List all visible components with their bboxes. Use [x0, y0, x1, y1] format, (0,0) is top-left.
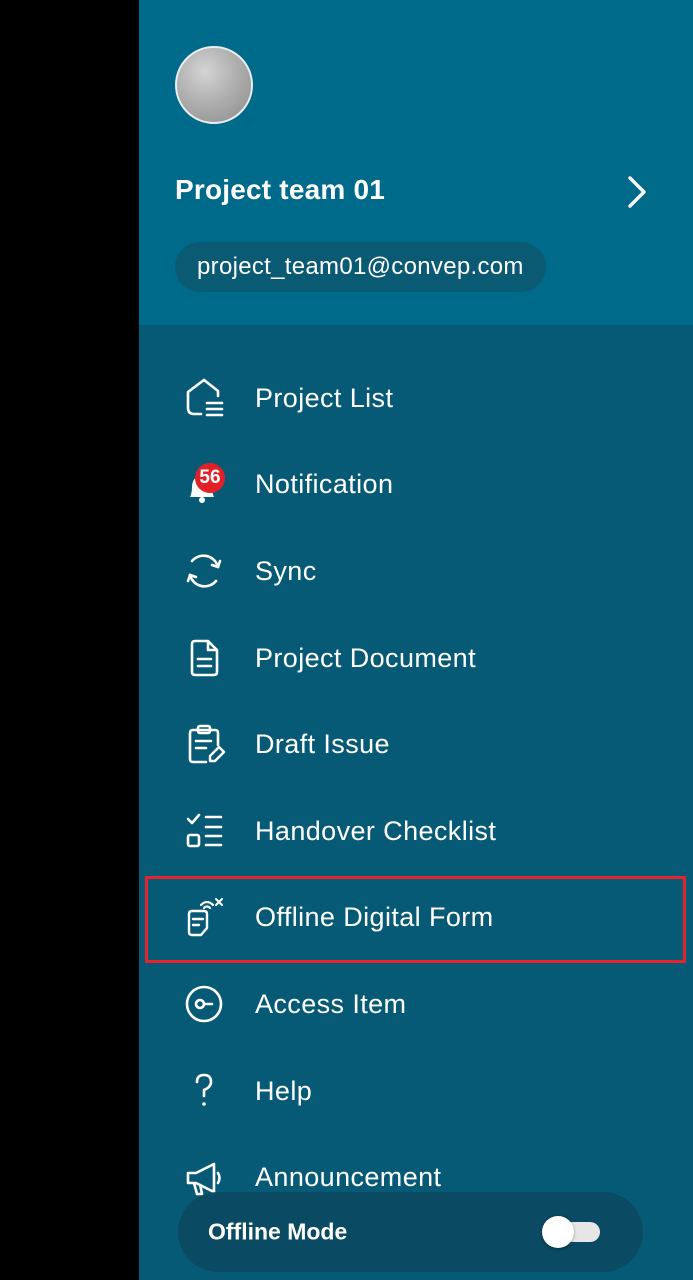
notification-icon: 56 — [181, 462, 227, 508]
access-item-icon — [181, 981, 227, 1027]
profile-name: Project team 01 — [175, 174, 385, 205]
menu-list: Project List 56 Notification Sync Projec… — [139, 355, 693, 1221]
menu-item-label: Project List — [255, 382, 394, 413]
offline-mode-bar: Offline Mode — [178, 1192, 643, 1272]
profile-header[interactable]: Project team 01 project_team01@convep.co… — [139, 0, 693, 325]
menu-item-label: Project Document — [255, 642, 476, 673]
chevron-right-icon[interactable] — [617, 170, 657, 214]
menu-item-label: Announcement — [255, 1162, 442, 1193]
menu-item-label: Access Item — [255, 988, 407, 1019]
toggle-thumb — [542, 1216, 574, 1248]
menu-item-offline-digital-form[interactable]: Offline Digital Form — [139, 875, 693, 962]
menu-item-draft-issue[interactable]: Draft Issue — [139, 701, 693, 788]
help-icon — [181, 1068, 227, 1114]
menu-item-label: Handover Checklist — [255, 815, 497, 846]
draft-issue-icon — [181, 722, 227, 768]
navigation-drawer: Project team 01 project_team01@convep.co… — [139, 0, 693, 1280]
menu-item-notification[interactable]: 56 Notification — [139, 442, 693, 529]
menu-item-project-list[interactable]: Project List — [139, 355, 693, 442]
menu-item-handover-checklist[interactable]: Handover Checklist — [139, 788, 693, 875]
offline-form-icon — [181, 895, 227, 941]
profile-email: project_team01@convep.com — [175, 242, 546, 292]
menu-item-project-document[interactable]: Project Document — [139, 615, 693, 702]
checklist-icon — [181, 808, 227, 854]
drawer-scrim[interactable] — [0, 0, 139, 1280]
offline-mode-toggle[interactable] — [542, 1216, 600, 1248]
menu-item-access-item[interactable]: Access Item — [139, 961, 693, 1048]
menu-item-label: Notification — [255, 469, 394, 500]
document-icon — [181, 635, 227, 681]
sync-icon — [181, 548, 227, 594]
avatar[interactable] — [175, 46, 253, 124]
menu-item-help[interactable]: Help — [139, 1048, 693, 1135]
notification-badge: 56 — [195, 462, 225, 493]
menu-item-label: Sync — [255, 555, 317, 586]
menu-item-label: Help — [255, 1075, 313, 1106]
offline-mode-label: Offline Mode — [208, 1218, 348, 1245]
menu-item-label: Offline Digital Form — [255, 902, 494, 933]
menu-item-label: Draft Issue — [255, 729, 390, 760]
project-list-icon — [181, 375, 227, 421]
menu-item-sync[interactable]: Sync — [139, 528, 693, 615]
